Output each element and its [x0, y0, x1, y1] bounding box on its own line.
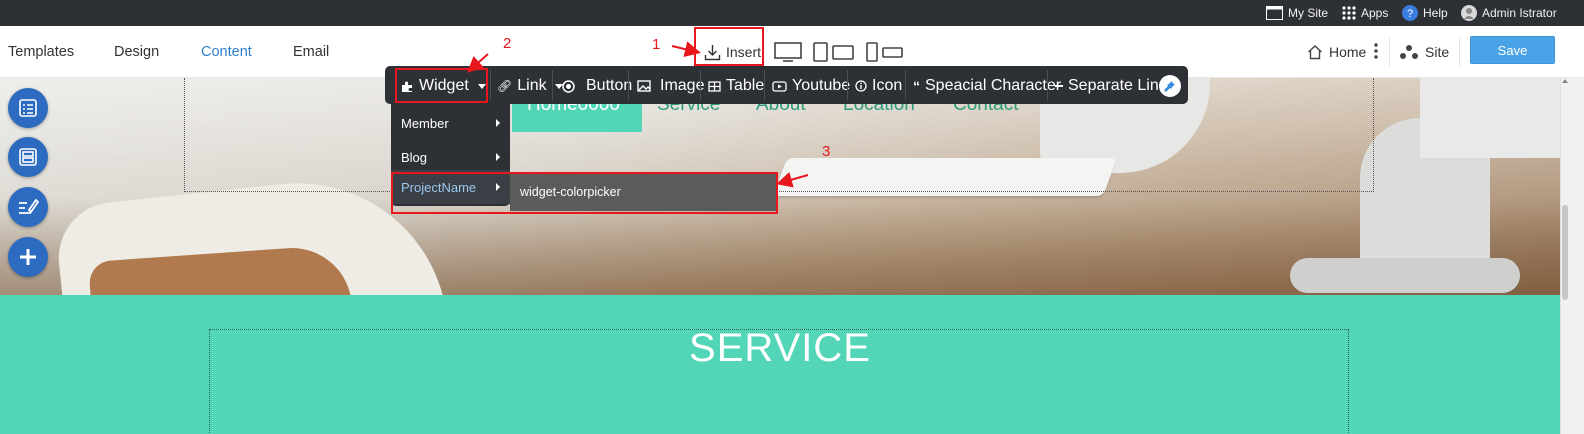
- scrollbar-thumb[interactable]: [1562, 205, 1568, 300]
- service-heading: SERVICE: [689, 326, 871, 370]
- scroll-up-arrow-icon[interactable]: [1562, 79, 1568, 83]
